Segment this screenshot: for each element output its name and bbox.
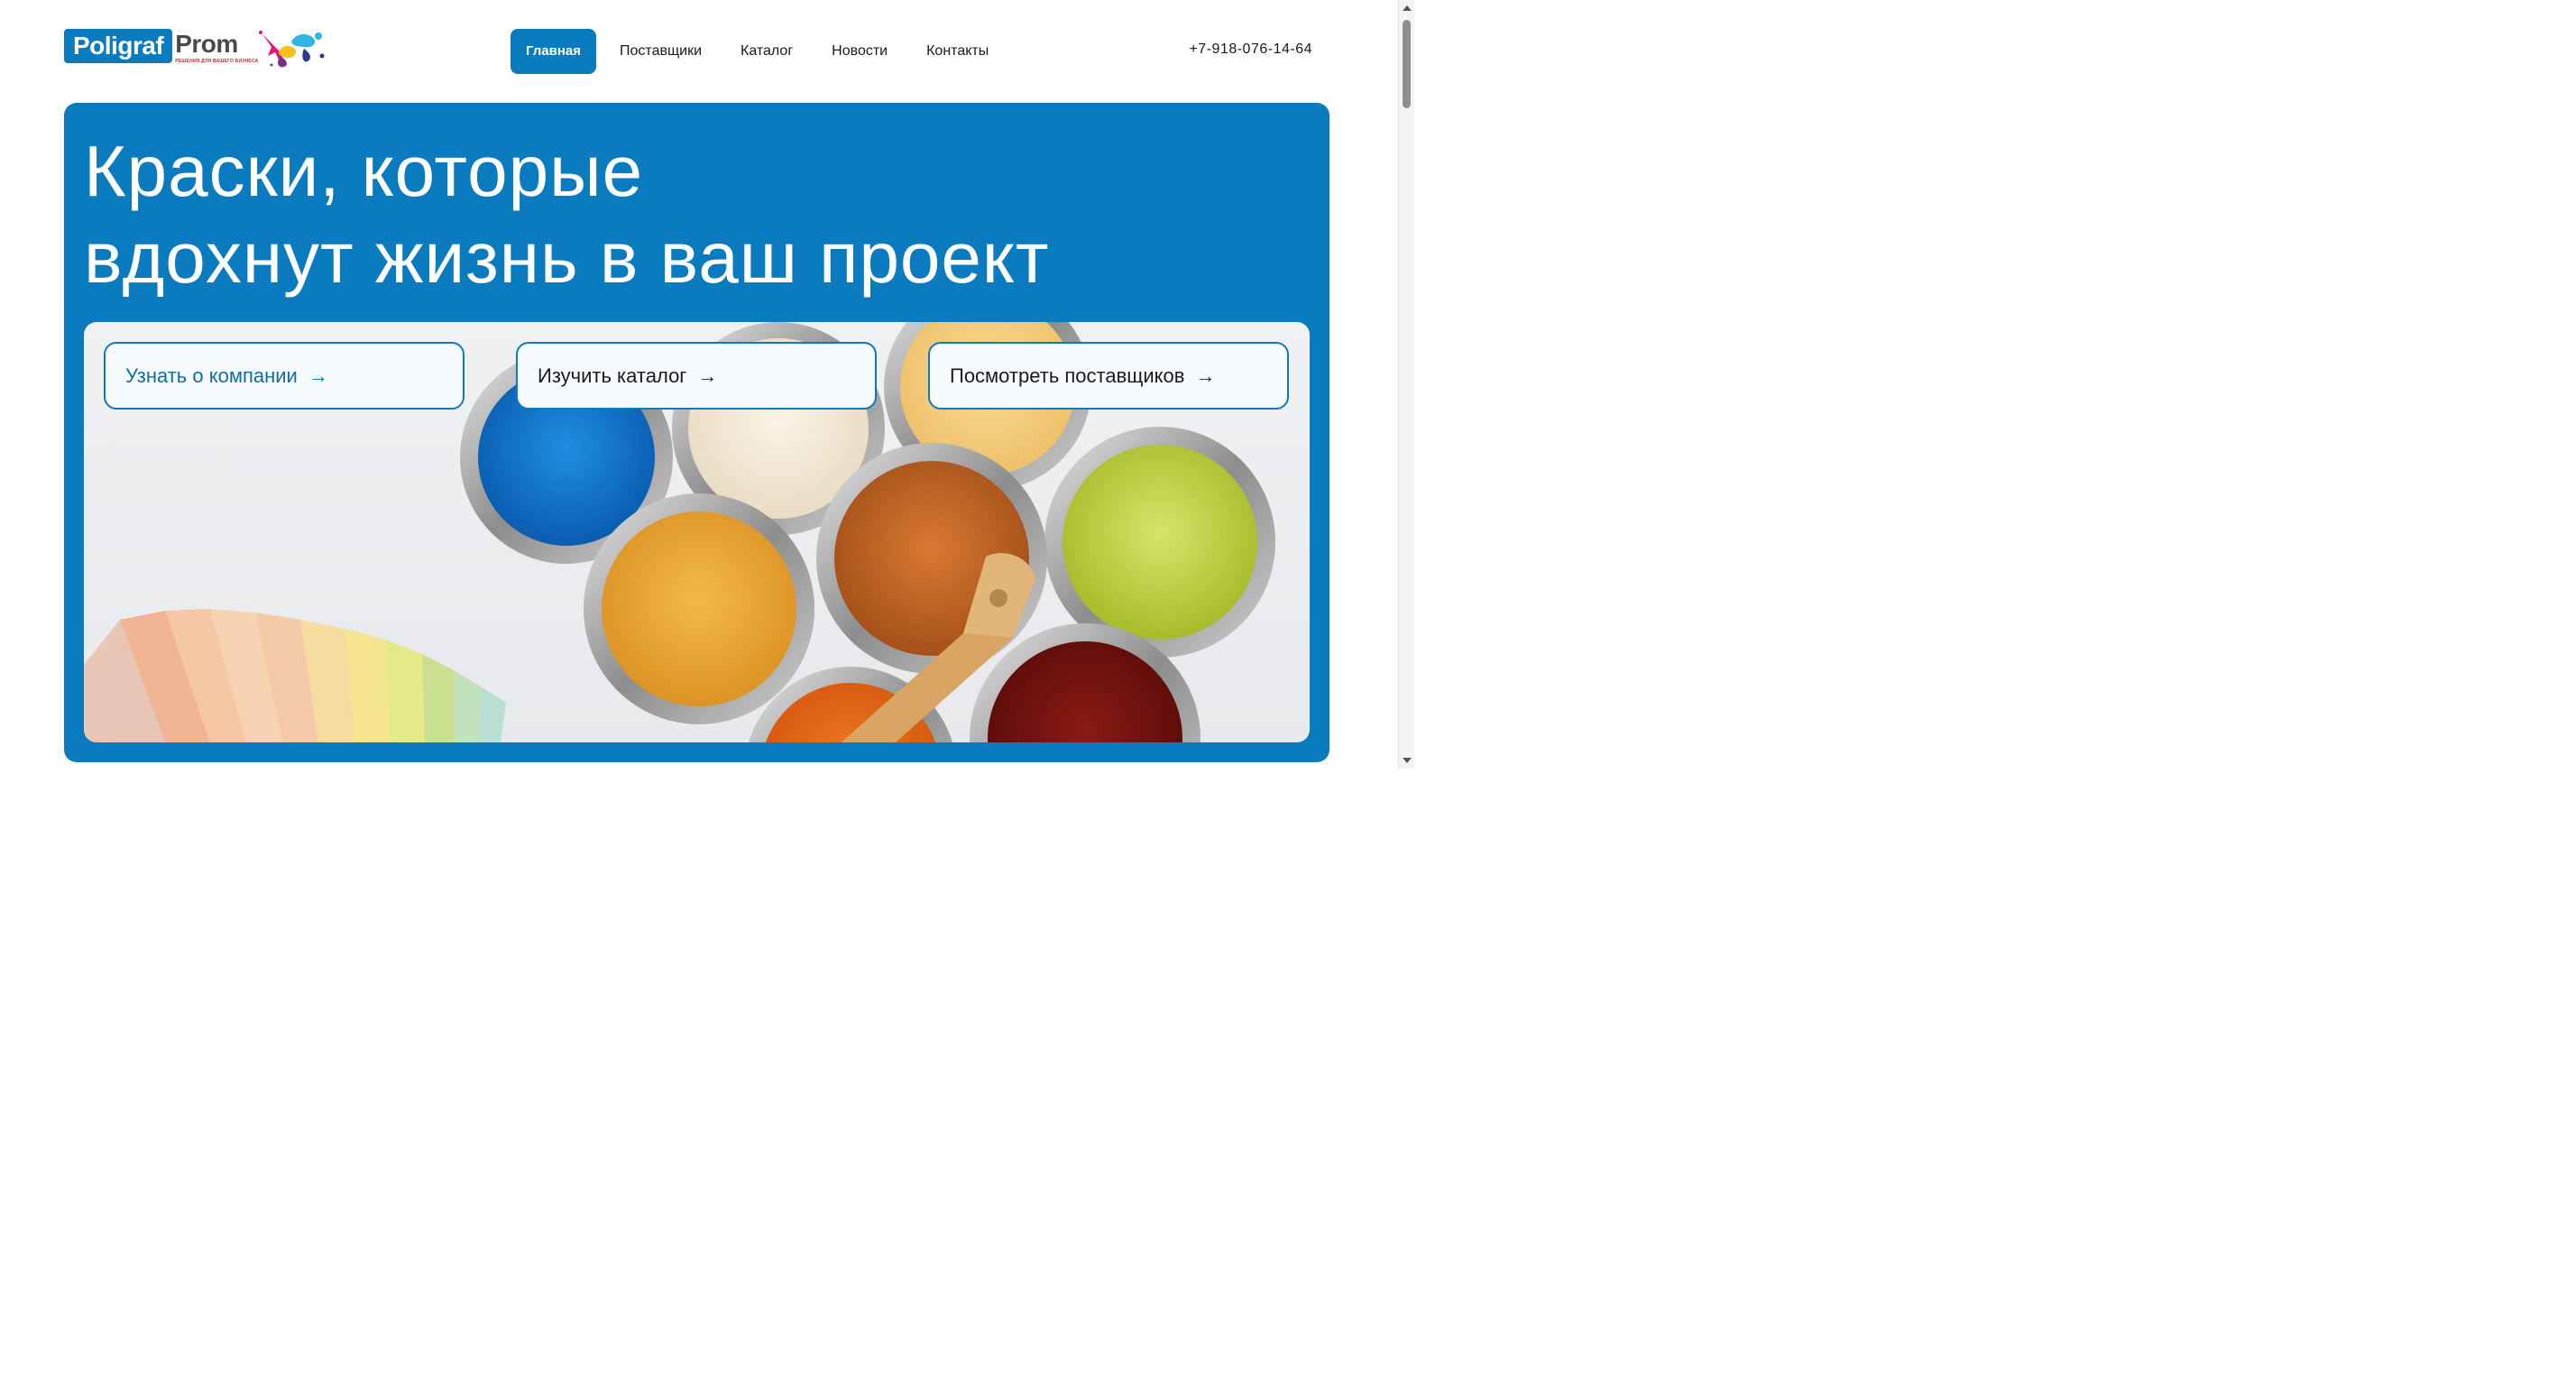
paint-splash-icon: [259, 31, 325, 68]
logo-part-prom: Prom: [175, 30, 238, 58]
arrow-right-icon: →: [697, 364, 718, 387]
about-company-button[interactable]: Узнать о компании →: [104, 342, 465, 410]
hero-title: Краски, которые вдохнут жизнь в ваш прое…: [84, 128, 1049, 301]
about-company-button-label: Узнать о компании: [125, 364, 298, 387]
logo-tagline: РЕШЕНИЯ ДЛЯ ВАШЕГО БИЗНЕСА: [175, 59, 259, 64]
logo[interactable]: Poligraf Prom РЕШЕНИЯ ДЛЯ ВАШЕГО БИЗНЕСА: [64, 29, 325, 69]
hero-photo-paint-cans: Узнать о компании → Изучить каталог → По…: [84, 322, 1310, 742]
nav-item-suppliers[interactable]: Поставщики: [604, 29, 717, 74]
paint-can-ochre: [584, 493, 814, 724]
view-suppliers-button[interactable]: Посмотреть поставщиков →: [928, 342, 1289, 410]
nav-item-home[interactable]: Главная: [511, 29, 597, 74]
logo-prom-group: Prom РЕШЕНИЯ ДЛЯ ВАШЕГО БИЗНЕСА: [175, 29, 258, 64]
scroll-thumb[interactable]: [1403, 20, 1411, 108]
hero-section: Краски, которые вдохнут жизнь в ваш прое…: [64, 103, 1329, 762]
nav-item-catalog[interactable]: Каталог: [725, 29, 808, 74]
paint-can-lime: [1044, 427, 1275, 658]
view-suppliers-button-label: Посмотреть поставщиков: [950, 364, 1185, 387]
hero-title-line-2: вдохнут жизнь в ваш проект: [84, 217, 1050, 298]
scroll-up-arrow-icon[interactable]: [1403, 5, 1412, 11]
explore-catalog-button[interactable]: Изучить каталог →: [516, 342, 877, 410]
arrow-right-icon: →: [1195, 364, 1216, 387]
phone-number[interactable]: +7-918-076-14-64: [1189, 41, 1312, 58]
nav-item-news[interactable]: Новости: [816, 29, 903, 74]
page-scrollbar[interactable]: [1398, 0, 1414, 769]
nav-item-contacts[interactable]: Контакты: [911, 29, 1004, 74]
main-nav: Главная Поставщики Каталог Новости Конта…: [511, 29, 1012, 74]
arrow-right-icon: →: [308, 364, 328, 387]
explore-catalog-button-label: Изучить каталог: [538, 364, 687, 387]
hero-title-line-1: Краски, которые: [84, 131, 644, 211]
site-header: Poligraf Prom РЕШЕНИЯ ДЛЯ ВАШЕГО БИЗНЕСА…: [0, 0, 1398, 101]
color-swatch-fan: [84, 609, 506, 742]
scroll-down-arrow-icon[interactable]: [1403, 758, 1412, 763]
logo-part-poligraf: Poligraf: [64, 29, 173, 63]
